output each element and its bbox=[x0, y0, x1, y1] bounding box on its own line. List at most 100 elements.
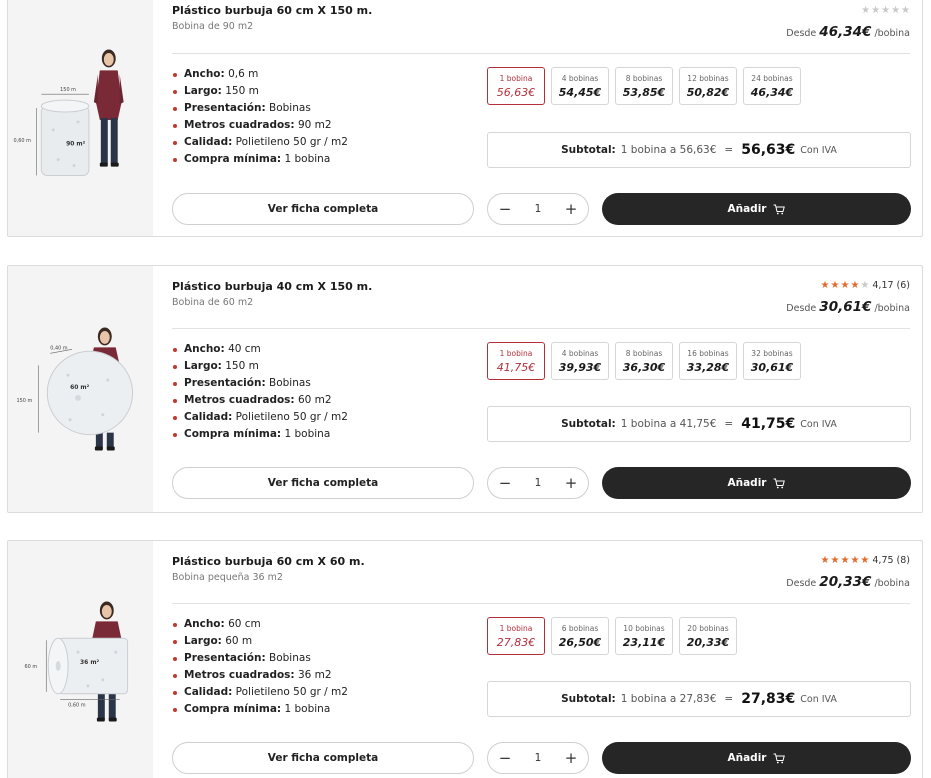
star-icon: ★ bbox=[881, 5, 891, 16]
area-label: 36 m² bbox=[80, 659, 100, 666]
rating-count: (8) bbox=[896, 555, 910, 566]
spec-item: Compra mínima: 1 bobina bbox=[172, 701, 348, 718]
add-to-cart-label: Añadir bbox=[727, 477, 767, 489]
product-title[interactable]: Plástico burbuja 60 cm X 150 m. bbox=[172, 4, 372, 17]
decrement-button[interactable]: − bbox=[496, 200, 514, 218]
price-from: Desde 20,33€ /bobina bbox=[786, 574, 910, 590]
decrement-button[interactable]: − bbox=[496, 749, 514, 767]
product-image[interactable]: 0,40 m 150 m 60 m² bbox=[8, 266, 153, 512]
increment-button[interactable]: + bbox=[562, 749, 580, 767]
price-from-unit: /bobina bbox=[874, 303, 910, 314]
product-image[interactable]: 150 m 0,60 m 90 m² bbox=[8, 0, 153, 236]
product-subtitle: Bobina pequeña 36 m2 bbox=[172, 572, 283, 583]
increment-button[interactable]: + bbox=[562, 474, 580, 492]
star-icon: ★ bbox=[830, 555, 840, 566]
product-rating[interactable]: ★ ★ ★ ★ ★ 4,75 (8) bbox=[821, 555, 910, 566]
spec-item: Metros cuadrados: 90 m2 bbox=[172, 117, 348, 134]
product-title[interactable]: Plástico burbuja 60 cm X 60 m. bbox=[172, 555, 365, 568]
price-from-unit: /bobina bbox=[874, 28, 910, 39]
spec-item: Presentación: Bobinas bbox=[172, 100, 348, 117]
dimension-label-bottom: 0,60 m bbox=[68, 703, 86, 709]
star-icon: ★ bbox=[861, 5, 871, 16]
quantity-option-selected[interactable]: 1 bobina 56,63€ bbox=[487, 67, 545, 105]
price-from-value: 30,61€ bbox=[819, 299, 872, 315]
subtotal-iva: Con IVA bbox=[800, 418, 837, 430]
product-card: 150 m 0,60 m 90 m² Plástico burbuja 60 c… bbox=[7, 0, 923, 237]
decrement-button[interactable]: − bbox=[496, 474, 514, 492]
quantity-option[interactable]: 32 bobinas 30,61€ bbox=[743, 342, 801, 380]
spec-list: Ancho: 40 cm Largo: 150 m Presentación: … bbox=[172, 341, 348, 443]
view-details-button[interactable]: Ver ficha completa bbox=[172, 467, 474, 499]
spec-item: Ancho: 60 cm bbox=[172, 616, 348, 633]
view-details-button[interactable]: Ver ficha completa bbox=[172, 742, 474, 774]
subtotal-equals: = bbox=[724, 693, 734, 705]
product-card: 60 m 0,60 m 36 m² Plástico burbuja 60 cm… bbox=[7, 540, 923, 778]
add-to-cart-button[interactable]: Añadir bbox=[602, 742, 911, 774]
add-to-cart-button[interactable]: Añadir bbox=[602, 467, 911, 499]
quantity-value[interactable]: 1 bbox=[535, 203, 542, 215]
quantity-value[interactable]: 1 bbox=[535, 477, 542, 489]
quantity-stepper: − 1 + bbox=[487, 467, 589, 499]
spec-item: Metros cuadrados: 36 m2 bbox=[172, 667, 348, 684]
spec-item: Largo: 150 m bbox=[172, 358, 348, 375]
product-image[interactable]: 60 m 0,60 m 36 m² bbox=[8, 541, 153, 778]
star-icon: ★ bbox=[850, 280, 860, 291]
star-icon: ★ bbox=[830, 280, 840, 291]
spec-item: Largo: 60 m bbox=[172, 633, 348, 650]
quantity-option-selected[interactable]: 1 bobina 41,75€ bbox=[487, 342, 545, 380]
subtotal-detail: 1 bobina a 41,75€ bbox=[620, 418, 717, 430]
quantity-option[interactable]: 16 bobinas 33,28€ bbox=[679, 342, 737, 380]
star-icon: ★ bbox=[840, 280, 850, 291]
spec-item: Calidad: Polietileno 50 gr / m2 bbox=[172, 684, 348, 701]
quantity-option[interactable]: 8 bobinas 53,85€ bbox=[615, 67, 673, 105]
add-to-cart-button[interactable]: Añadir bbox=[602, 193, 911, 225]
subtotal-equals: = bbox=[724, 418, 734, 430]
subtotal-equals: = bbox=[724, 144, 734, 156]
subtotal-label: Subtotal: bbox=[561, 144, 616, 156]
price-from: Desde 30,61€ /bobina bbox=[786, 299, 910, 315]
cart-icon bbox=[773, 478, 786, 488]
product-photo: 150 m 0,60 m 90 m² bbox=[14, 49, 124, 176]
quantity-option[interactable]: 24 bobinas 46,34€ bbox=[743, 67, 801, 105]
quantity-value[interactable]: 1 bbox=[535, 752, 542, 764]
price-from-unit: /bobina bbox=[874, 578, 910, 589]
spec-item: Calidad: Polietileno 50 gr / m2 bbox=[172, 409, 348, 426]
add-to-cart-label: Añadir bbox=[727, 752, 767, 764]
divider bbox=[172, 603, 910, 604]
quantity-option-selected[interactable]: 1 bobina 27,83€ bbox=[487, 617, 545, 655]
add-to-cart-label: Añadir bbox=[727, 203, 767, 215]
increment-button[interactable]: + bbox=[562, 200, 580, 218]
cart-icon bbox=[773, 753, 786, 763]
rating-value: 4,17 bbox=[872, 280, 894, 291]
rating-count: (6) bbox=[896, 280, 910, 291]
product-rating[interactable]: ★ ★ ★ ★ ★ 4,17 (6) bbox=[821, 280, 910, 291]
quantity-option[interactable]: 4 bobinas 54,45€ bbox=[551, 67, 609, 105]
subtotal-detail: 1 bobina a 56,63€ bbox=[620, 144, 717, 156]
product-title[interactable]: Plástico burbuja 40 cm X 150 m. bbox=[172, 280, 372, 293]
star-icon: ★ bbox=[840, 555, 850, 566]
star-icon: ★ bbox=[860, 280, 870, 291]
star-icon: ★ bbox=[871, 5, 881, 16]
price-from-value: 20,33€ bbox=[819, 574, 872, 590]
quantity-option[interactable]: 12 bobinas 50,82€ bbox=[679, 67, 737, 105]
subtotal-label: Subtotal: bbox=[561, 693, 616, 705]
star-icon: ★ bbox=[820, 555, 830, 566]
quantity-option[interactable]: 20 bobinas 20,33€ bbox=[679, 617, 737, 655]
dimension-label-top: 0,40 m bbox=[50, 345, 68, 351]
quantity-option[interactable]: 10 bobinas 23,11€ bbox=[615, 617, 673, 655]
spec-item: Ancho: 0,6 m bbox=[172, 66, 348, 83]
subtotal-iva: Con IVA bbox=[800, 693, 837, 705]
view-details-button[interactable]: Ver ficha completa bbox=[172, 193, 474, 225]
star-icon: ★ bbox=[901, 5, 910, 16]
star-icon: ★ bbox=[820, 280, 830, 291]
quantity-stepper: − 1 + bbox=[487, 742, 589, 774]
quantity-option[interactable]: 8 bobinas 36,30€ bbox=[615, 342, 673, 380]
subtotal-box: Subtotal: 1 bobina a 27,83€ = 27,83€ Con… bbox=[487, 681, 911, 717]
quantity-option[interactable]: 4 bobinas 39,93€ bbox=[551, 342, 609, 380]
product-photo: 60 m 0,60 m 36 m² bbox=[24, 601, 129, 722]
quantity-options: 1 bobina 27,83€ 6 bobinas 26,50€ 10 bobina… bbox=[487, 617, 737, 655]
spec-item: Calidad: Polietileno 50 gr / m2 bbox=[172, 134, 348, 151]
product-rating[interactable]: ★ ★ ★ ★ ★ bbox=[861, 5, 910, 16]
quantity-option[interactable]: 6 bobinas 26,50€ bbox=[551, 617, 609, 655]
spec-list: Ancho: 60 cm Largo: 60 m Presentación: B… bbox=[172, 616, 348, 718]
